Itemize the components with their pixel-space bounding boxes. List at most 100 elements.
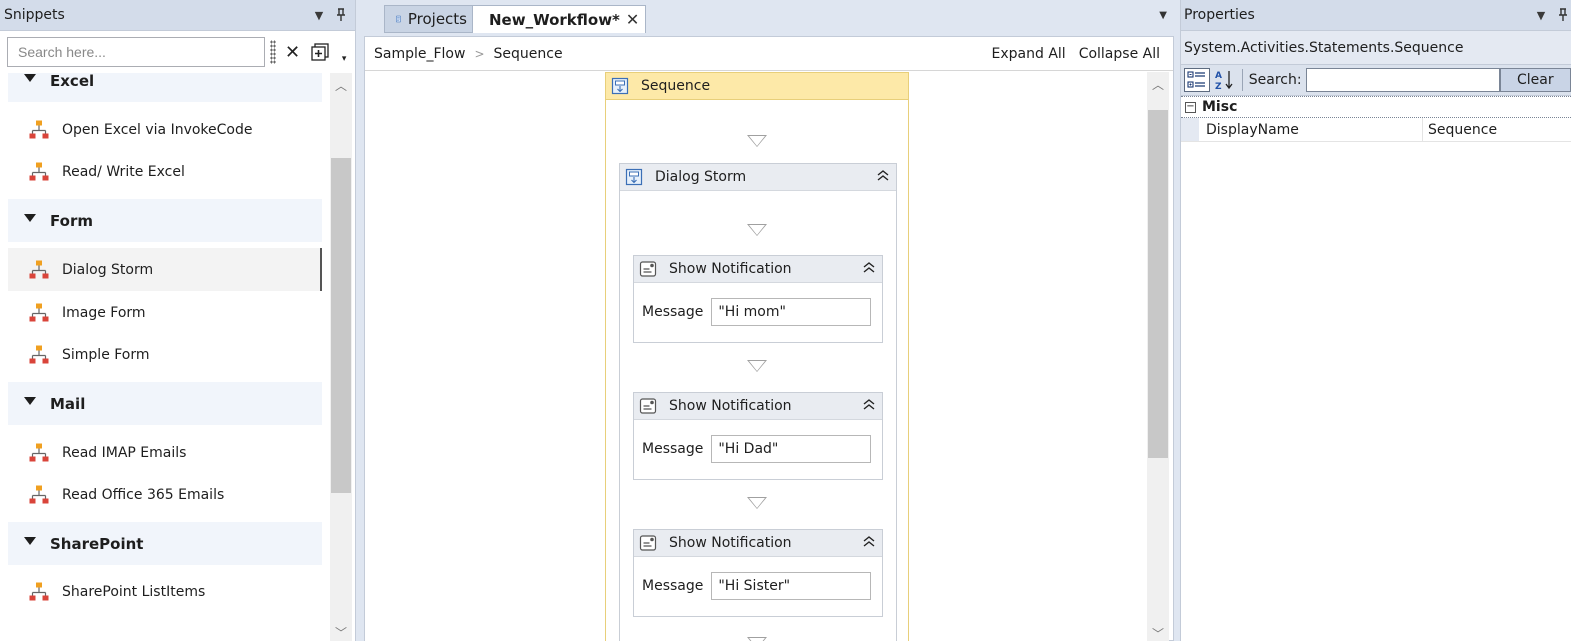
collapse-chevron-icon[interactable] [862,261,876,277]
snippet-icon [29,485,49,504]
scroll-up-icon[interactable]: ︿ [1152,76,1164,93]
drop-target-icon[interactable] [747,360,767,372]
snippet-icon [29,303,49,321]
tab-new-workflow[interactable]: New_Workflow* ✕ [472,5,646,33]
scroll-up-icon[interactable]: ︿ [335,77,347,94]
snippet-item[interactable]: SharePoint ListItems [8,571,322,613]
snippet-item[interactable]: Read IMAP Emails [8,431,322,474]
drop-target-icon[interactable] [747,637,767,641]
close-tab-icon[interactable]: ✕ [626,10,639,29]
svg-text:Z: Z [1215,82,1222,91]
snippet-group-form[interactable]: Form [8,199,322,242]
snippets-scrollbar[interactable]: ︿ ﹀ [330,73,352,641]
add-snippet-icon[interactable] [309,41,331,63]
message-input[interactable]: "Hi Sister" [711,572,872,600]
properties-panel: Properties ▼ System.Activities.Statement… [1180,0,1571,641]
message-label: Message [642,304,704,320]
snippet-icon [29,443,49,461]
tab-new-workflow-label: New_Workflow* [489,10,620,29]
dialog-storm-title: Dialog Storm [655,169,747,185]
sequence-activity[interactable]: Sequence Dialog Storm Show Notification M… [605,72,909,641]
sequence-header[interactable]: Sequence [606,73,908,100]
clear-button[interactable]: Clear [1499,68,1571,92]
snippet-item[interactable]: Image Form [8,291,322,334]
snippet-group-mail[interactable]: Mail [8,382,322,425]
notification-icon [639,398,657,414]
show-notification-activity[interactable]: Show Notification Message "Hi mom" [633,255,883,343]
drop-target-icon[interactable] [747,135,767,147]
pin-icon[interactable] [333,7,349,23]
snippet-item-label: Read Office 365 Emails [62,487,225,503]
message-input[interactable]: "Hi mom" [711,298,872,326]
message-label: Message [642,578,704,594]
scrollbar-thumb[interactable] [331,158,351,493]
scroll-down-icon[interactable]: ﹀ [335,624,347,641]
drop-target-icon[interactable] [747,497,767,509]
snippet-item[interactable]: Dialog Storm [8,248,322,291]
dialog-storm-sequence[interactable]: Dialog Storm Show Notification Message "Hi… [619,163,897,641]
selected-type-name: System.Activities.Statements.Sequence [1181,31,1571,65]
designer-scrollbar[interactable]: ︿ ﹀ [1147,72,1169,641]
properties-panel-header: Properties ▼ [1181,0,1571,31]
show-notification-activity[interactable]: Show Notification Message "Hi Dad" [633,392,883,480]
notification-icon [639,535,657,551]
expand-triangle-icon[interactable] [24,213,36,222]
snippet-icon [29,582,49,601]
toolbar-overflow-icon[interactable]: ▾ [333,48,355,70]
tab-projects[interactable]: Projects [384,5,478,33]
categorized-view-icon[interactable] [1184,68,1210,92]
panel-menu-icon[interactable]: ▼ [311,7,327,23]
clear-search-icon[interactable]: ✕ [282,41,304,63]
snippet-item[interactable]: Read/ Write Excel [8,151,322,193]
properties-search-label: Search: [1248,72,1302,88]
snippet-item[interactable]: Simple Form [8,334,322,376]
tab-list-menu-icon[interactable]: ▼ [1159,10,1167,21]
snippets-panel-header: Snippets ▼ [0,0,355,31]
show-notification-title: Show Notification [669,535,792,551]
toolbar-grip[interactable] [269,40,276,64]
tab-projects-label: Projects [407,10,467,28]
sequence-icon [625,168,643,186]
snippet-group-sharepoint[interactable]: SharePoint [8,522,322,565]
show-notification-header[interactable]: Show Notification [634,256,882,283]
show-notification-activity[interactable]: Show Notification Message "Hi Sister" [633,529,883,617]
drop-target-icon[interactable] [747,224,767,236]
property-name: DisplayName [1199,118,1423,141]
show-notification-body: Message "Hi mom" [634,283,882,341]
category-misc[interactable]: − Misc [1181,96,1571,118]
workflow-canvas[interactable]: Sequence Dialog Storm Show Notification M… [365,72,1147,641]
property-row[interactable]: DisplayName Sequence [1181,118,1571,142]
collapse-all-button[interactable]: Collapse All [1079,46,1160,62]
snippet-item-label: Dialog Storm [62,261,154,278]
snippets-search-input[interactable] [7,37,265,67]
alphabetical-sort-icon[interactable]: AZ [1214,68,1236,92]
snippet-icon [29,120,49,138]
snippet-item[interactable]: Read Office 365 Emails [8,474,322,516]
expand-all-button[interactable]: Expand All [992,46,1066,62]
collapse-chevron-icon[interactable] [876,169,890,185]
property-value[interactable]: Sequence [1423,122,1497,138]
message-input[interactable]: "Hi Dad" [711,435,872,463]
breadcrumb-separator-icon: > [474,46,485,61]
collapse-chevron-icon[interactable] [862,398,876,414]
snippet-group-label: Excel [50,73,95,90]
collapse-category-icon[interactable]: − [1185,101,1196,113]
panel-menu-icon[interactable]: ▼ [1533,7,1549,23]
collapse-chevron-icon[interactable] [862,535,876,551]
pin-icon[interactable] [1555,7,1571,23]
message-label: Message [642,441,704,457]
dialog-storm-header[interactable]: Dialog Storm [620,164,896,191]
properties-search-input[interactable] [1305,68,1500,92]
snippet-group-excel[interactable]: Excel [8,73,322,102]
breadcrumb-sequence[interactable]: Sequence [494,46,563,62]
expand-triangle-icon[interactable] [24,536,36,545]
scroll-down-icon[interactable]: ﹀ [1152,625,1164,641]
breadcrumb: Sample_Flow > Sequence Expand All Collap… [365,37,1173,71]
show-notification-header[interactable]: Show Notification [634,393,882,420]
expand-triangle-icon[interactable] [24,73,36,82]
scrollbar-thumb[interactable] [1148,110,1168,458]
snippet-item[interactable]: Open Excel via InvokeCode [8,108,322,151]
show-notification-header[interactable]: Show Notification [634,530,882,557]
breadcrumb-sample-flow[interactable]: Sample_Flow [374,46,465,62]
expand-triangle-icon[interactable] [24,396,36,405]
